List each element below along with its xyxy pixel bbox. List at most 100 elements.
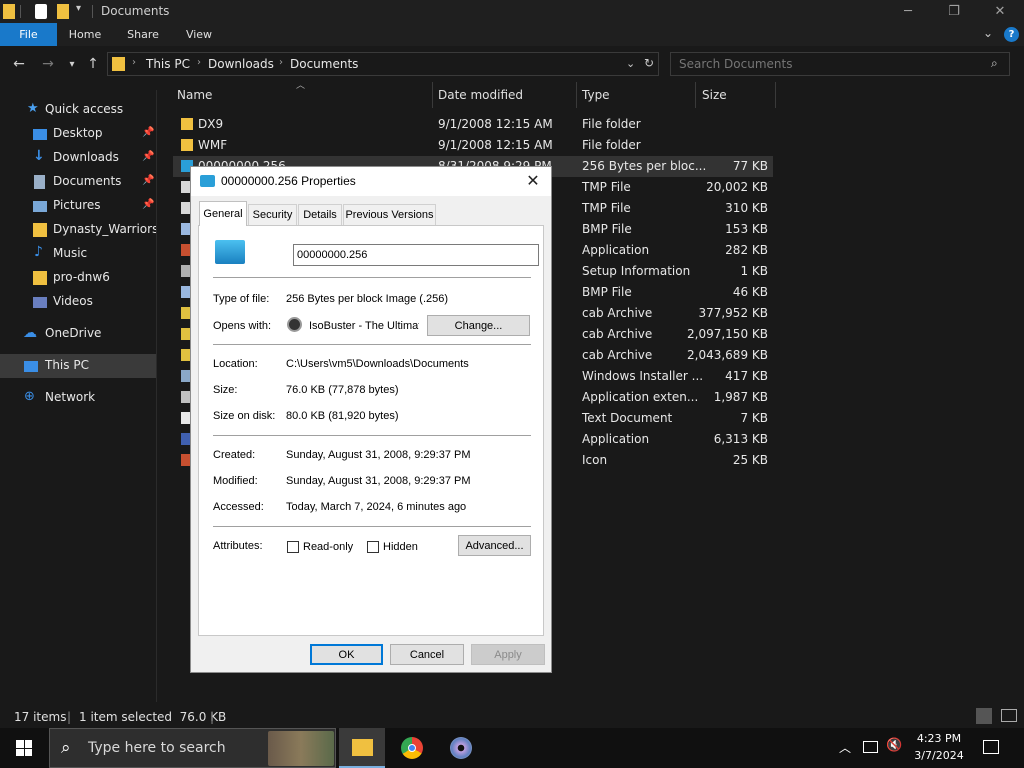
nav-item-music[interactable]: ♪ Music: [0, 242, 156, 266]
tab-security[interactable]: Security: [248, 204, 297, 225]
taskbar-disc-app[interactable]: [438, 728, 484, 768]
search-icon[interactable]: ⌕: [991, 56, 998, 71]
minimize-button[interactable]: ─: [885, 0, 931, 23]
nav-item-label: pro-dnw6: [53, 270, 110, 284]
nav-item-label: Desktop: [53, 126, 103, 140]
file-name: DX9: [198, 117, 224, 131]
file-size: 1 KB: [740, 264, 768, 278]
nav-item-this-pc[interactable]: This PC: [0, 354, 156, 378]
table-row[interactable]: DX9 9/1/2008 12:15 AM File folder: [173, 114, 773, 135]
divider: [92, 5, 93, 18]
properties-icon[interactable]: [35, 4, 47, 19]
nav-item-videos[interactable]: Videos: [0, 290, 156, 314]
column-header-size[interactable]: Size: [702, 88, 727, 102]
recent-locations-icon[interactable]: ▾: [62, 54, 82, 74]
pin-icon: 📌: [142, 175, 155, 186]
column-divider[interactable]: [775, 82, 776, 108]
nav-item-desktop[interactable]: Desktop 📌: [0, 122, 156, 146]
file-size: 377,952 KB: [698, 306, 768, 320]
large-icons-view-button[interactable]: [1001, 709, 1017, 722]
refresh-icon[interactable]: ↻: [644, 56, 654, 70]
nav-item-onedrive[interactable]: ☁ OneDrive: [0, 322, 156, 346]
maximize-button[interactable]: ❐: [931, 0, 977, 23]
file-size: 20,002 KB: [706, 180, 768, 194]
file-explorer-icon: [352, 739, 373, 756]
nav-item-label: Videos: [53, 294, 93, 308]
folder-icon: [33, 271, 47, 285]
network-icon: ⊕: [24, 389, 35, 404]
clock-time[interactable]: 4:23 PM: [910, 732, 968, 745]
back-button[interactable]: ←: [9, 54, 29, 74]
tab-home[interactable]: Home: [60, 23, 110, 46]
read-only-checkbox[interactable]: [287, 541, 299, 553]
new-folder-icon[interactable]: [57, 4, 69, 19]
tab-details[interactable]: Details: [298, 204, 342, 225]
divider: |: [67, 710, 72, 724]
dialog-close-button[interactable]: ✕: [521, 170, 545, 192]
column-divider[interactable]: [432, 82, 433, 108]
breadcrumb-separator: ›: [279, 57, 283, 68]
taskbar-search-box[interactable]: ⌕ Type here to search: [49, 728, 336, 768]
file-type: cab Archive: [582, 306, 653, 320]
quick-access-dropdown-icon[interactable]: ▾: [76, 3, 81, 14]
apply-button[interactable]: Apply: [471, 644, 545, 665]
help-icon[interactable]: ?: [1004, 27, 1019, 42]
ok-button[interactable]: OK: [310, 644, 383, 665]
cancel-button[interactable]: Cancel: [390, 644, 464, 665]
clock-date[interactable]: 3/7/2024: [910, 749, 968, 762]
network-tray-icon[interactable]: [863, 741, 878, 753]
details-view-button[interactable]: [976, 708, 992, 724]
forward-button[interactable]: →: [38, 54, 58, 74]
volume-muted-icon[interactable]: 🔇: [886, 738, 902, 753]
tab-file[interactable]: File: [0, 23, 57, 46]
divider: [213, 435, 531, 436]
close-button[interactable]: ✕: [977, 0, 1023, 23]
address-history-dropdown-icon[interactable]: ⌄: [626, 57, 635, 70]
taskbar-file-explorer[interactable]: [339, 728, 385, 768]
cloud-icon: ☁: [23, 325, 37, 341]
breadcrumb-downloads[interactable]: Downloads: [208, 57, 274, 71]
breadcrumb-this-pc[interactable]: This PC: [146, 57, 190, 71]
video-icon: [33, 297, 47, 308]
tab-previous-versions[interactable]: Previous Versions: [343, 204, 436, 225]
column-header-name[interactable]: Name: [177, 88, 212, 102]
search-box[interactable]: ⌕: [670, 52, 1010, 76]
nav-item-documents[interactable]: Documents 📌: [0, 170, 156, 194]
desktop-icon: [33, 129, 47, 140]
nav-item-quick-access[interactable]: ★ Quick access: [0, 98, 156, 122]
advanced-button[interactable]: Advanced...: [458, 535, 531, 556]
change-button[interactable]: Change...: [427, 315, 530, 336]
pin-icon: 📌: [142, 199, 155, 210]
column-header-type[interactable]: Type: [582, 88, 610, 102]
taskbar-chrome[interactable]: [389, 728, 435, 768]
search-input[interactable]: [679, 57, 979, 71]
start-button[interactable]: [0, 728, 48, 768]
pin-icon: 📌: [142, 127, 155, 138]
nav-item-pictures[interactable]: Pictures 📌: [0, 194, 156, 218]
nav-item-downloads[interactable]: ↓ Downloads 📌: [0, 146, 156, 170]
nav-item-dynasty-warriors[interactable]: Dynasty_Warriors_6_: [0, 218, 156, 242]
column-header-date[interactable]: Date modified: [438, 88, 523, 102]
notifications-icon[interactable]: [983, 740, 999, 754]
column-divider[interactable]: [695, 82, 696, 108]
address-bar[interactable]: › This PC › Downloads › Documents ⌄ ↻: [107, 52, 659, 76]
read-only-label[interactable]: Read-only: [303, 541, 353, 553]
tab-view[interactable]: View: [176, 23, 222, 46]
tab-general[interactable]: General: [199, 201, 247, 226]
hidden-checkbox[interactable]: [367, 541, 379, 553]
nav-item-pro-dnw6[interactable]: pro-dnw6: [0, 266, 156, 290]
breadcrumb-documents[interactable]: Documents: [290, 57, 358, 71]
filename-field[interactable]: [293, 244, 539, 266]
ribbon: File Home Share View ⌄ ?: [0, 23, 1024, 46]
show-hidden-icons-icon[interactable]: ︿: [839, 739, 851, 756]
opens-with-value: IsoBuster - The Ultimate: [309, 320, 419, 332]
column-divider[interactable]: [576, 82, 577, 108]
hidden-label[interactable]: Hidden: [383, 541, 418, 553]
tab-share[interactable]: Share: [117, 23, 169, 46]
expand-ribbon-icon[interactable]: ⌄: [983, 26, 993, 40]
document-icon: [34, 175, 45, 189]
up-button[interactable]: ↑: [83, 54, 103, 74]
table-row[interactable]: WMF 9/1/2008 12:15 AM File folder: [173, 135, 773, 156]
title-bar: ▾ Documents ─ ❐ ✕: [0, 0, 1024, 23]
nav-item-network[interactable]: ⊕ Network: [0, 386, 156, 410]
